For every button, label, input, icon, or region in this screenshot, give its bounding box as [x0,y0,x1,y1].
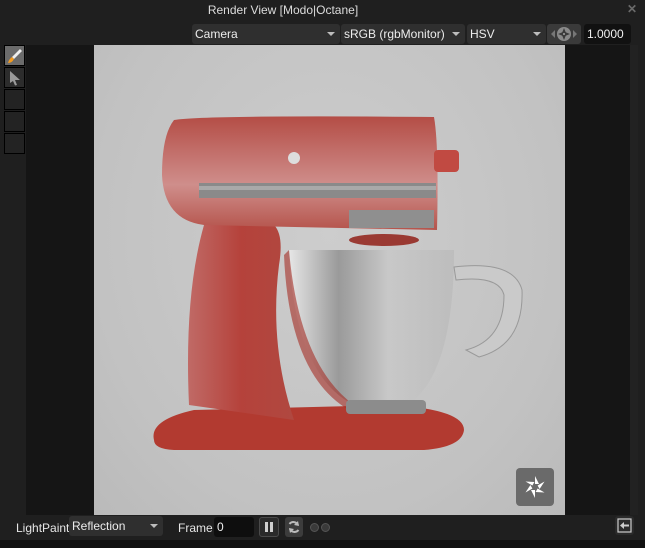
color-space-dropdown[interactable]: sRGB (rgbMonitor) [341,24,465,44]
chevron-down-icon [452,32,460,36]
exposure-field[interactable]: 1.0000 [584,24,631,44]
pause-icon [265,522,273,532]
color-space-value: sRGB (rgbMonitor) [344,27,445,41]
frame-label: Frame [178,521,213,535]
bottom-bar: LightPaint Reflection Frame 0 [0,516,645,540]
refresh-icon [288,521,300,533]
window-title: Render View [Modo|Octane] [207,3,359,17]
title-bar: Render View [Modo|Octane] ✕ [0,0,645,20]
lightpaint-mode-value: Reflection [72,519,126,533]
close-icon[interactable]: ✕ [627,2,637,16]
chevron-down-icon [327,32,335,36]
camera-dropdown[interactable]: Camera [192,24,340,44]
brush-icon [7,48,22,63]
export-button[interactable] [615,516,634,535]
brush-tool-button[interactable] [4,45,25,66]
select-tool-button[interactable] [4,67,25,88]
octane-aperture-icon [551,27,577,41]
chevron-down-icon [533,32,541,36]
tool-sidebar [4,45,26,155]
render-toolbar: Camera sRGB (rgbMonitor) HSV 1.0000 [0,24,645,44]
refresh-button[interactable] [285,517,303,537]
pause-button[interactable] [259,517,279,537]
chevron-down-icon [150,524,158,528]
color-mode-value: HSV [470,27,495,41]
camera-dropdown-value: Camera [195,27,238,41]
tool-slot-3[interactable] [4,89,25,110]
cursor-arrow-icon [9,70,20,85]
footer-strip [0,540,645,548]
status-dot-1 [310,523,319,532]
frame-field[interactable]: 0 [214,517,254,537]
tool-slot-4[interactable] [4,111,25,132]
stand-mixer-render [153,116,523,450]
export-arrow-icon [617,518,632,533]
tool-slot-5[interactable] [4,133,25,154]
render-image[interactable] [94,45,565,515]
status-dot-2 [321,523,330,532]
color-mode-dropdown[interactable]: HSV [467,24,546,44]
octane-settings-button[interactable] [547,24,581,44]
octane-logo-icon [516,468,554,506]
viewport-scroll-strip [630,45,638,515]
lightpaint-mode-dropdown[interactable]: Reflection [69,516,163,536]
lightpaint-label: LightPaint [16,521,70,535]
